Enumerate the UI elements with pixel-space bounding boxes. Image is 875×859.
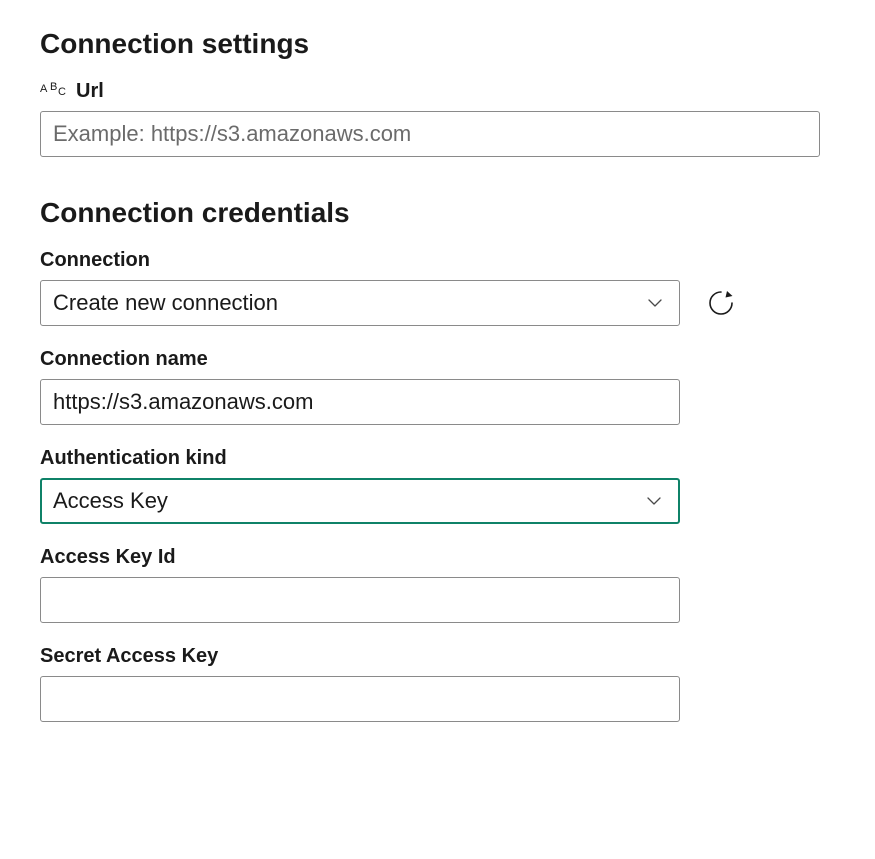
chevron-down-icon xyxy=(644,491,664,511)
auth-kind-label: Authentication kind xyxy=(40,447,835,470)
connection-credentials-title: Connection credentials xyxy=(40,197,835,229)
secret-access-key-input[interactable] xyxy=(40,676,680,722)
url-input[interactable] xyxy=(40,111,820,157)
auth-kind-select[interactable]: Access Key xyxy=(40,478,680,524)
access-key-id-label: Access Key Id xyxy=(40,546,680,569)
url-field: A B C Url xyxy=(40,80,820,157)
svg-text:A: A xyxy=(40,83,48,95)
auth-kind-select-value: Access Key xyxy=(53,488,168,514)
connection-name-input[interactable] xyxy=(40,379,680,425)
svg-text:C: C xyxy=(58,86,66,98)
connection-name-label: Connection name xyxy=(40,348,680,371)
abc-icon: A B C xyxy=(40,81,70,103)
access-key-id-input[interactable] xyxy=(40,577,680,623)
connection-field: Connection Create new connection xyxy=(40,249,835,326)
connection-label: Connection xyxy=(40,249,835,272)
url-label-row: A B C Url xyxy=(40,80,820,103)
connection-settings-title: Connection settings xyxy=(40,28,835,60)
connection-settings-section: Connection settings A B C Url xyxy=(40,28,835,157)
access-key-id-field: Access Key Id xyxy=(40,546,680,623)
url-label-text: Url xyxy=(76,80,104,103)
connection-select[interactable]: Create new connection xyxy=(40,280,680,326)
connection-select-value: Create new connection xyxy=(53,290,278,316)
secret-access-key-label: Secret Access Key xyxy=(40,645,680,668)
svg-text:B: B xyxy=(50,81,57,93)
refresh-icon[interactable] xyxy=(704,286,738,320)
secret-access-key-field: Secret Access Key xyxy=(40,645,680,722)
connection-name-field: Connection name xyxy=(40,348,680,425)
chevron-down-icon xyxy=(645,293,665,313)
auth-kind-field: Authentication kind Access Key xyxy=(40,447,835,524)
connection-credentials-section: Connection credentials Connection Create… xyxy=(40,197,835,722)
